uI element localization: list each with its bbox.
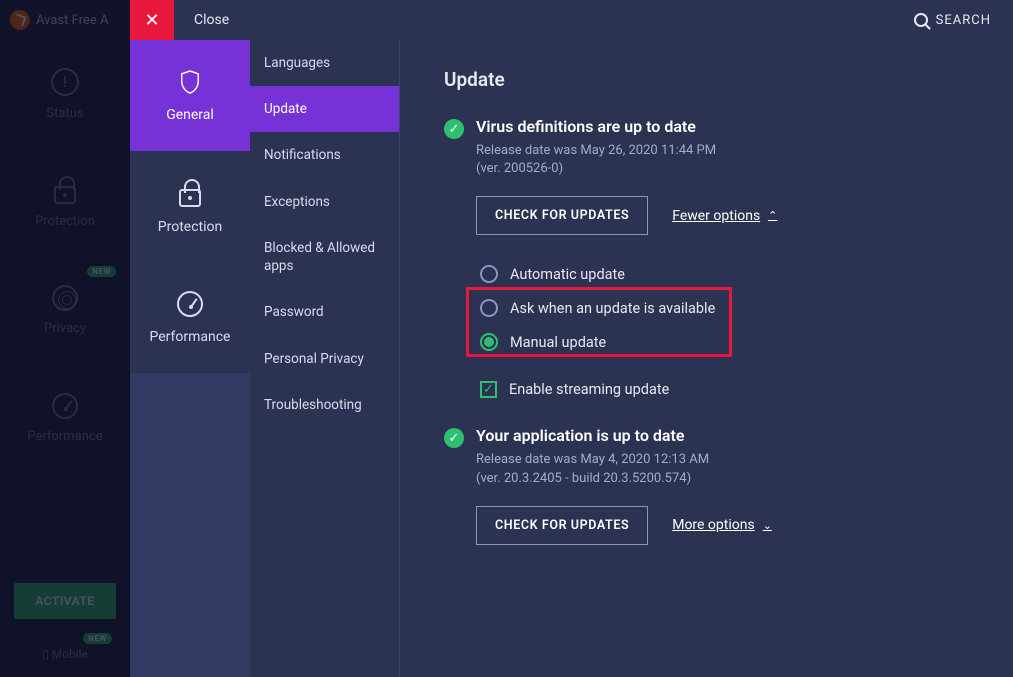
radio-icon: [480, 299, 498, 317]
nav-mobile[interactable]: NEW ▯ Mobile: [0, 647, 130, 661]
check-circle-icon: ✓: [444, 119, 464, 139]
category-protection[interactable]: Protection: [130, 151, 250, 262]
application-status: ✓ Your application is up to date Release…: [444, 426, 973, 487]
app-actions: CHECK FOR UPDATES More options ⌄: [476, 506, 973, 545]
radio-icon: [480, 265, 498, 283]
nav-status[interactable]: Status: [0, 40, 130, 148]
nav-protection[interactable]: Protection: [0, 148, 130, 256]
category-performance-label: Performance: [150, 329, 231, 345]
nav-privacy[interactable]: NEW Privacy: [0, 256, 130, 364]
lock-icon: [179, 189, 201, 207]
search-icon: [914, 13, 928, 27]
status-icon: [51, 68, 79, 96]
gauge-icon: [52, 393, 78, 419]
nav-mobile-label: Mobile: [52, 647, 88, 661]
virus-definitions-status: ✓ Virus definitions are up to date Relea…: [444, 117, 973, 178]
chevron-up-icon: ⌃: [768, 209, 777, 222]
category-protection-label: Protection: [158, 219, 222, 235]
sub-update[interactable]: Update: [250, 86, 399, 132]
brand-text: Avast Free A: [36, 13, 108, 28]
sub-exceptions-label: Exceptions: [264, 194, 330, 210]
category-general-label: General: [166, 107, 214, 123]
phone-icon: ▯: [42, 647, 52, 661]
radio-automatic[interactable]: Automatic update: [476, 257, 973, 291]
check-updates-defs-button[interactable]: CHECK FOR UPDATES: [476, 196, 648, 235]
search-label: SEARCH: [936, 13, 991, 28]
search-button[interactable]: SEARCH: [914, 0, 991, 40]
sub-personal-privacy[interactable]: Personal Privacy: [250, 336, 399, 382]
more-options-label: More options: [672, 517, 755, 533]
settings-content: Update ✓ Virus definitions are up to dat…: [400, 40, 1013, 677]
radio-automatic-label: Automatic update: [510, 266, 625, 283]
sub-update-label: Update: [264, 101, 307, 117]
nav-status-label: Status: [46, 106, 83, 121]
enable-streaming-checkbox[interactable]: ✓ Enable streaming update: [480, 381, 973, 398]
check-updates-app-button[interactable]: CHECK FOR UPDATES: [476, 506, 648, 545]
check-circle-icon: ✓: [444, 428, 464, 448]
sub-password[interactable]: Password: [250, 289, 399, 335]
main-nav-background: Avast Free A Status Protection NEW Priva…: [0, 0, 130, 677]
nav-performance[interactable]: Performance: [0, 364, 130, 472]
sub-languages-label: Languages: [264, 55, 330, 71]
defs-actions: CHECK FOR UPDATES Fewer options ⌃: [476, 196, 973, 235]
page-title: Update: [444, 68, 973, 91]
fewer-options-label: Fewer options: [672, 208, 760, 224]
radio-ask-label: Ask when an update is available: [510, 300, 715, 317]
sub-languages[interactable]: Languages: [250, 40, 399, 86]
close-icon: ✕: [144, 10, 159, 31]
nav-protection-label: Protection: [35, 214, 95, 229]
settings-submenu: Languages Update Notifications Exception…: [250, 40, 400, 677]
nav-performance-label: Performance: [27, 429, 102, 444]
sub-notifications[interactable]: Notifications: [250, 132, 399, 178]
app-release-date: Release date was May 4, 2020 12:13 AM: [476, 451, 709, 469]
category-general[interactable]: General: [130, 40, 250, 151]
more-options-link[interactable]: More options ⌄: [672, 517, 772, 533]
fingerprint-icon: [52, 285, 78, 311]
activate-button[interactable]: ACTIVATE: [14, 583, 116, 619]
app-version: (ver. 20.3.2405 - build 20.3.5200.574): [476, 470, 709, 488]
radio-ask[interactable]: Ask when an update is available: [476, 291, 973, 325]
shield-icon: [179, 69, 201, 95]
new-badge: NEW: [87, 266, 116, 277]
settings-categories: General Protection Performance: [130, 40, 250, 677]
radio-selected-icon: [480, 333, 498, 351]
check-updates-label: CHECK FOR UPDATES: [495, 208, 629, 223]
app-window: Avast Free A Status Protection NEW Priva…: [0, 0, 1013, 677]
radio-manual-label: Manual update: [510, 334, 606, 351]
radio-manual[interactable]: Manual update: [476, 325, 973, 359]
chevron-down-icon: ⌄: [763, 519, 772, 532]
gauge-icon: [177, 291, 203, 317]
close-label: Close: [194, 12, 229, 28]
sub-blocked-label: Blocked & Allowed apps: [264, 240, 375, 274]
settings-topbar: Close SEARCH: [130, 0, 1013, 40]
defs-version: (ver. 200526-0): [476, 160, 716, 178]
new-badge: NEW: [83, 633, 112, 644]
fewer-options-link[interactable]: Fewer options ⌃: [672, 208, 777, 224]
check-updates-label: CHECK FOR UPDATES: [495, 518, 629, 533]
defs-title: Virus definitions are up to date: [476, 117, 716, 136]
brand-bar: Avast Free A: [0, 0, 130, 40]
activate-label: ACTIVATE: [35, 594, 94, 608]
lock-icon: [54, 186, 76, 204]
sub-troubleshooting[interactable]: Troubleshooting: [250, 382, 399, 428]
category-performance[interactable]: Performance: [130, 262, 250, 373]
app-title: Your application is up to date: [476, 426, 709, 445]
sub-exceptions[interactable]: Exceptions: [250, 179, 399, 225]
close-button[interactable]: ✕: [130, 0, 174, 40]
sub-privacy-label: Personal Privacy: [264, 351, 364, 367]
defs-release-date: Release date was May 26, 2020 11:44 PM: [476, 142, 716, 160]
sub-blocked-allowed[interactable]: Blocked & Allowed apps: [250, 225, 399, 289]
sub-troubleshoot-label: Troubleshooting: [264, 397, 362, 413]
sub-notifications-label: Notifications: [264, 147, 341, 163]
avast-logo-icon: [10, 10, 30, 30]
update-mode-radio-group: Automatic update Ask when an update is a…: [476, 257, 973, 359]
nav-privacy-label: Privacy: [44, 321, 86, 336]
checkbox-checked-icon: ✓: [480, 381, 497, 398]
sub-password-label: Password: [264, 304, 324, 320]
enable-streaming-label: Enable streaming update: [509, 381, 669, 398]
